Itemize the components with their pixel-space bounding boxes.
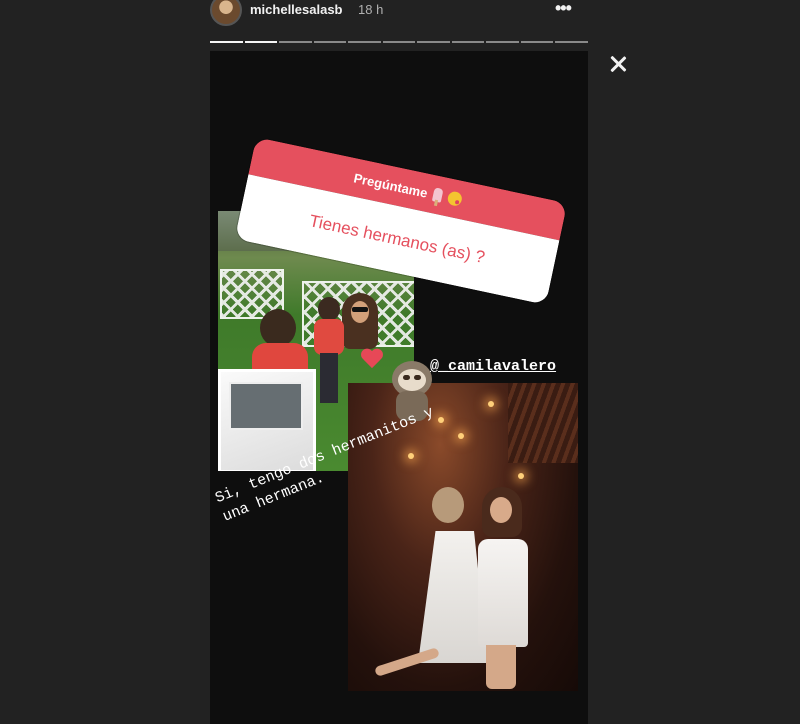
post-time: 18 h — [358, 2, 384, 17]
progress-segment — [382, 41, 416, 43]
progress-segment — [520, 41, 554, 43]
more-icon[interactable]: ••• — [555, 0, 572, 19]
progress-segment — [348, 41, 381, 43]
mention-tag[interactable]: @_camilavalero — [430, 358, 556, 375]
close-icon[interactable] — [606, 52, 630, 76]
story-frame[interactable]: Pregúntame Tienes hermanos (as) ? @_cami… — [210, 51, 588, 724]
popsicle-icon — [431, 187, 444, 203]
progress-segment — [279, 41, 312, 43]
progress-segment — [244, 41, 278, 43]
avatar[interactable] — [210, 0, 242, 26]
kiss-face-icon — [446, 190, 464, 208]
progress-segment — [417, 41, 450, 43]
mention-text[interactable]: @_camilavalero — [430, 358, 556, 375]
story-header: michellesalasb 18 h ••• — [210, 0, 590, 26]
story-progress-bar — [210, 41, 589, 44]
progress-segment — [555, 41, 589, 43]
question-sticker-title: Pregúntame — [352, 169, 430, 201]
progress-segment — [313, 41, 347, 43]
heart-icon — [362, 349, 384, 371]
progress-segment — [451, 41, 485, 43]
progress-segment — [486, 41, 519, 43]
progress-segment — [210, 41, 243, 43]
username[interactable]: michellesalasb — [250, 2, 343, 17]
